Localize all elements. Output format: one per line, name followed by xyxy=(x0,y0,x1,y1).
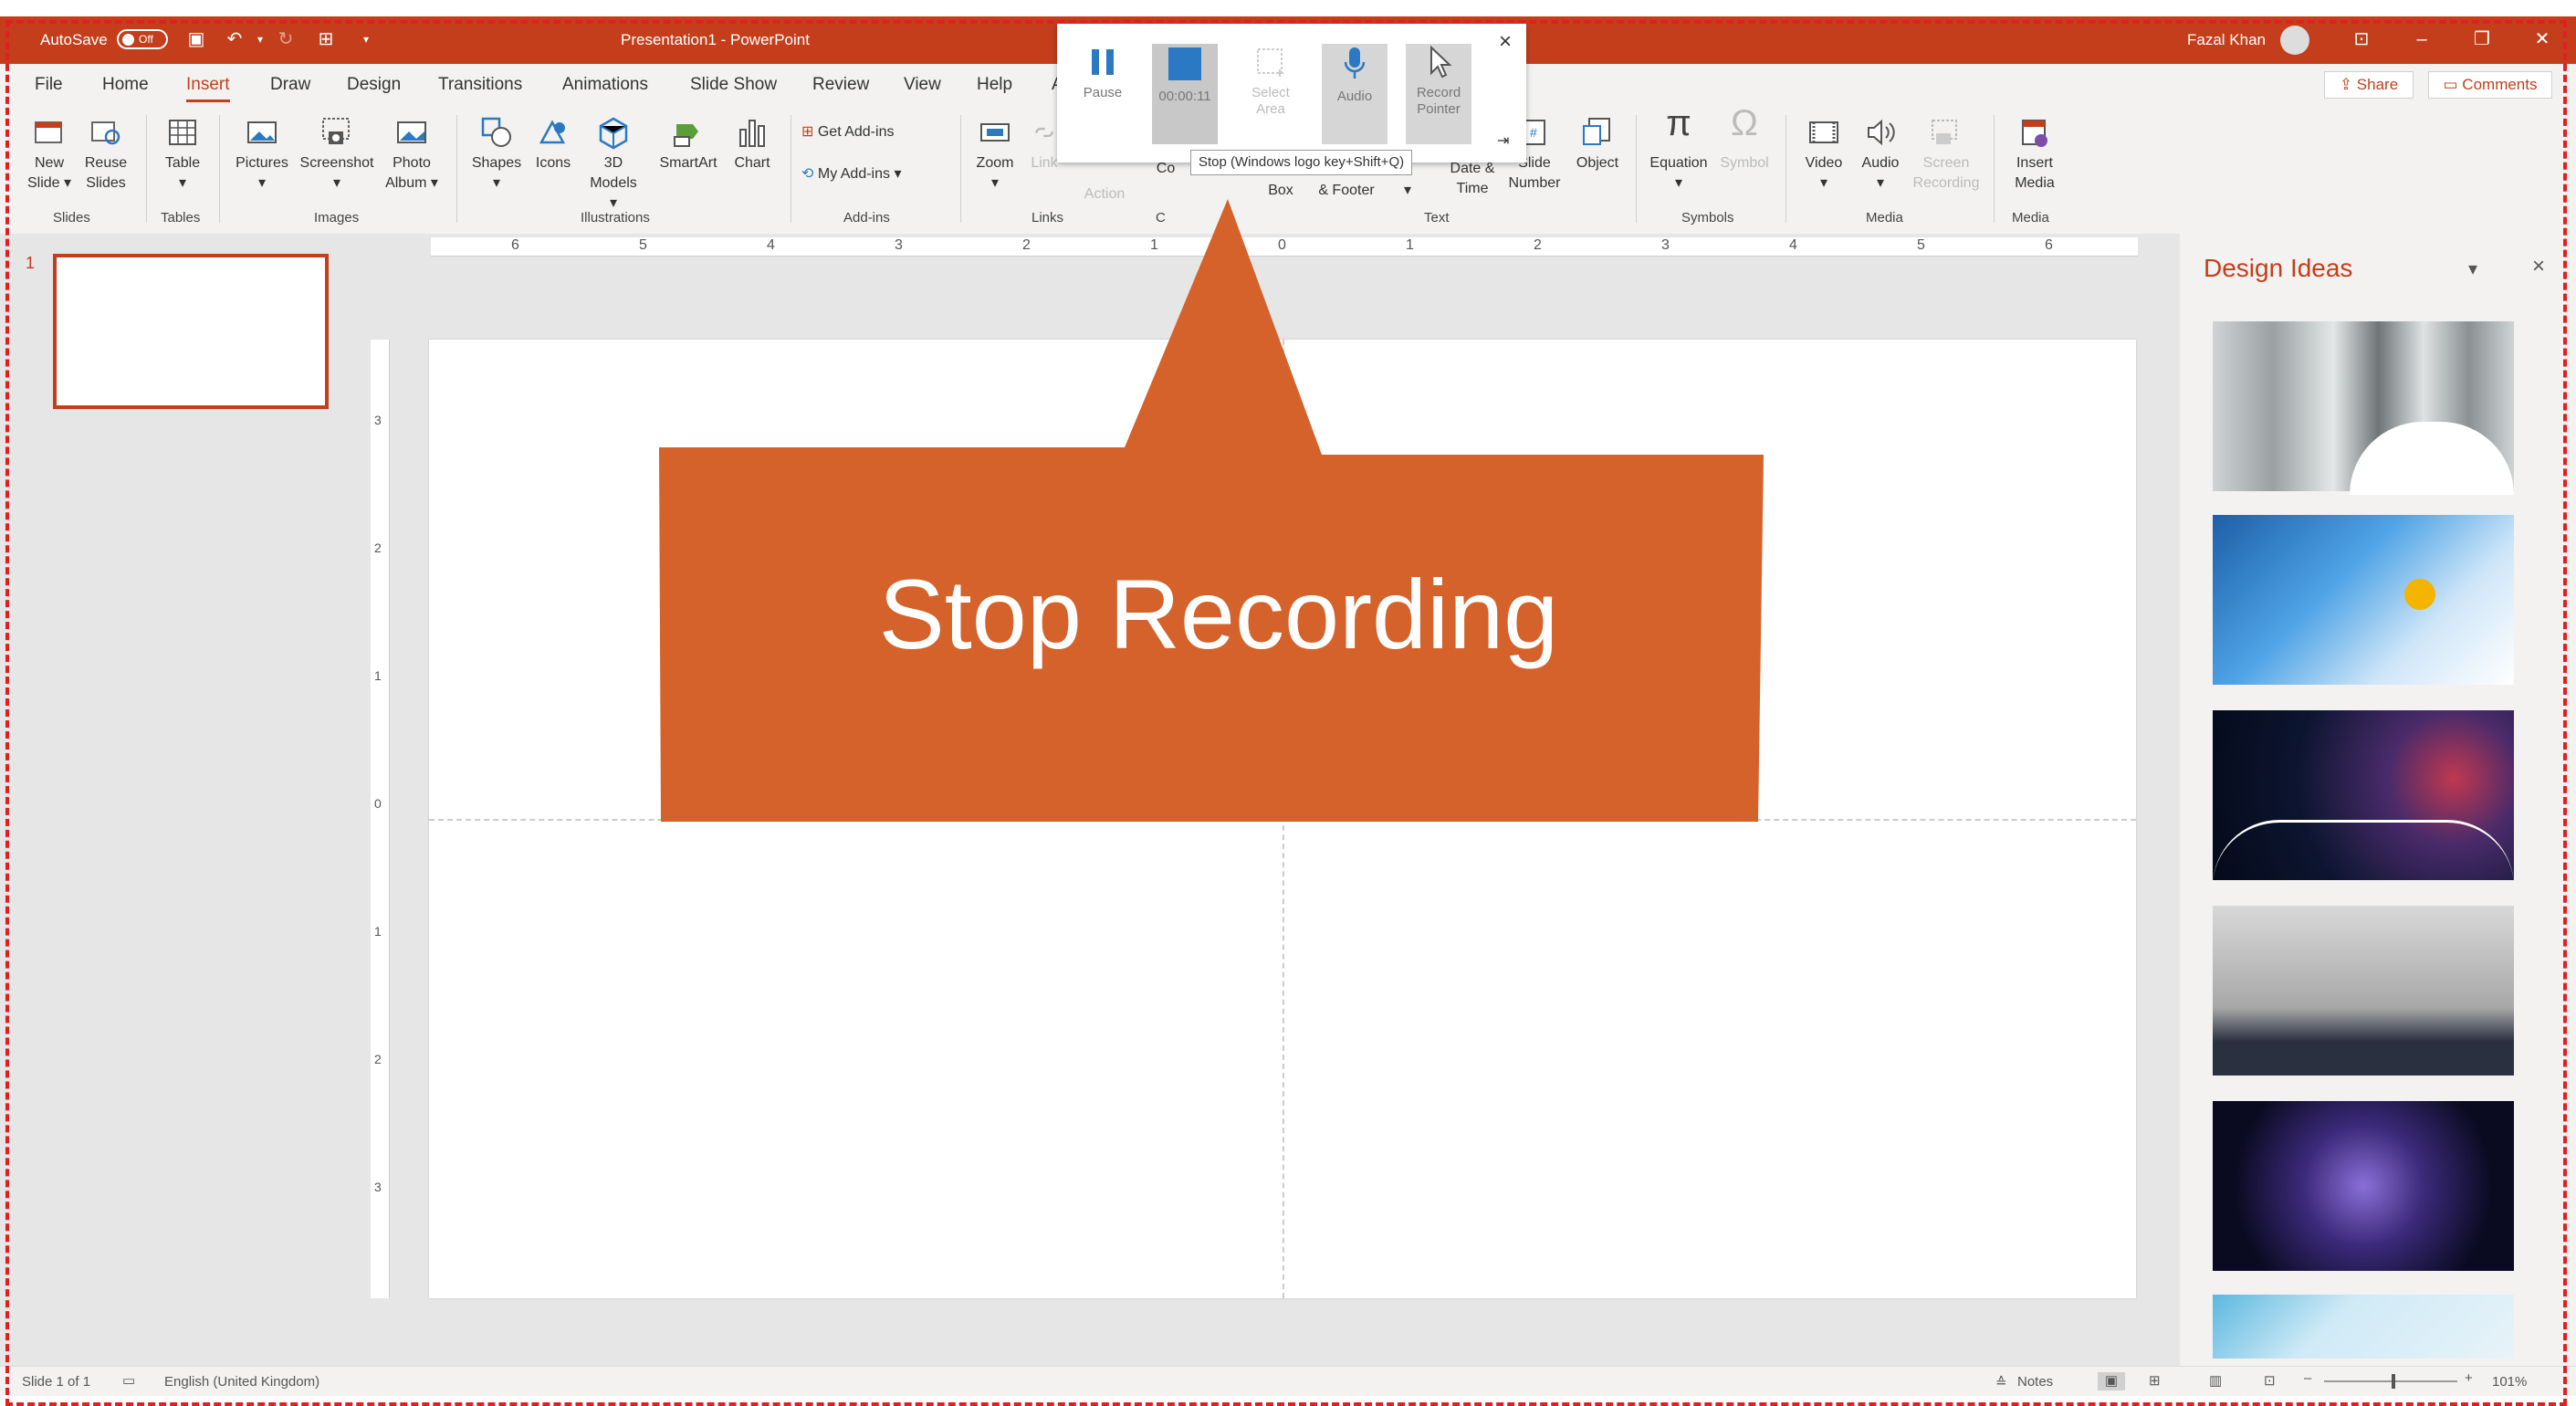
highlight-border xyxy=(5,20,2567,1406)
